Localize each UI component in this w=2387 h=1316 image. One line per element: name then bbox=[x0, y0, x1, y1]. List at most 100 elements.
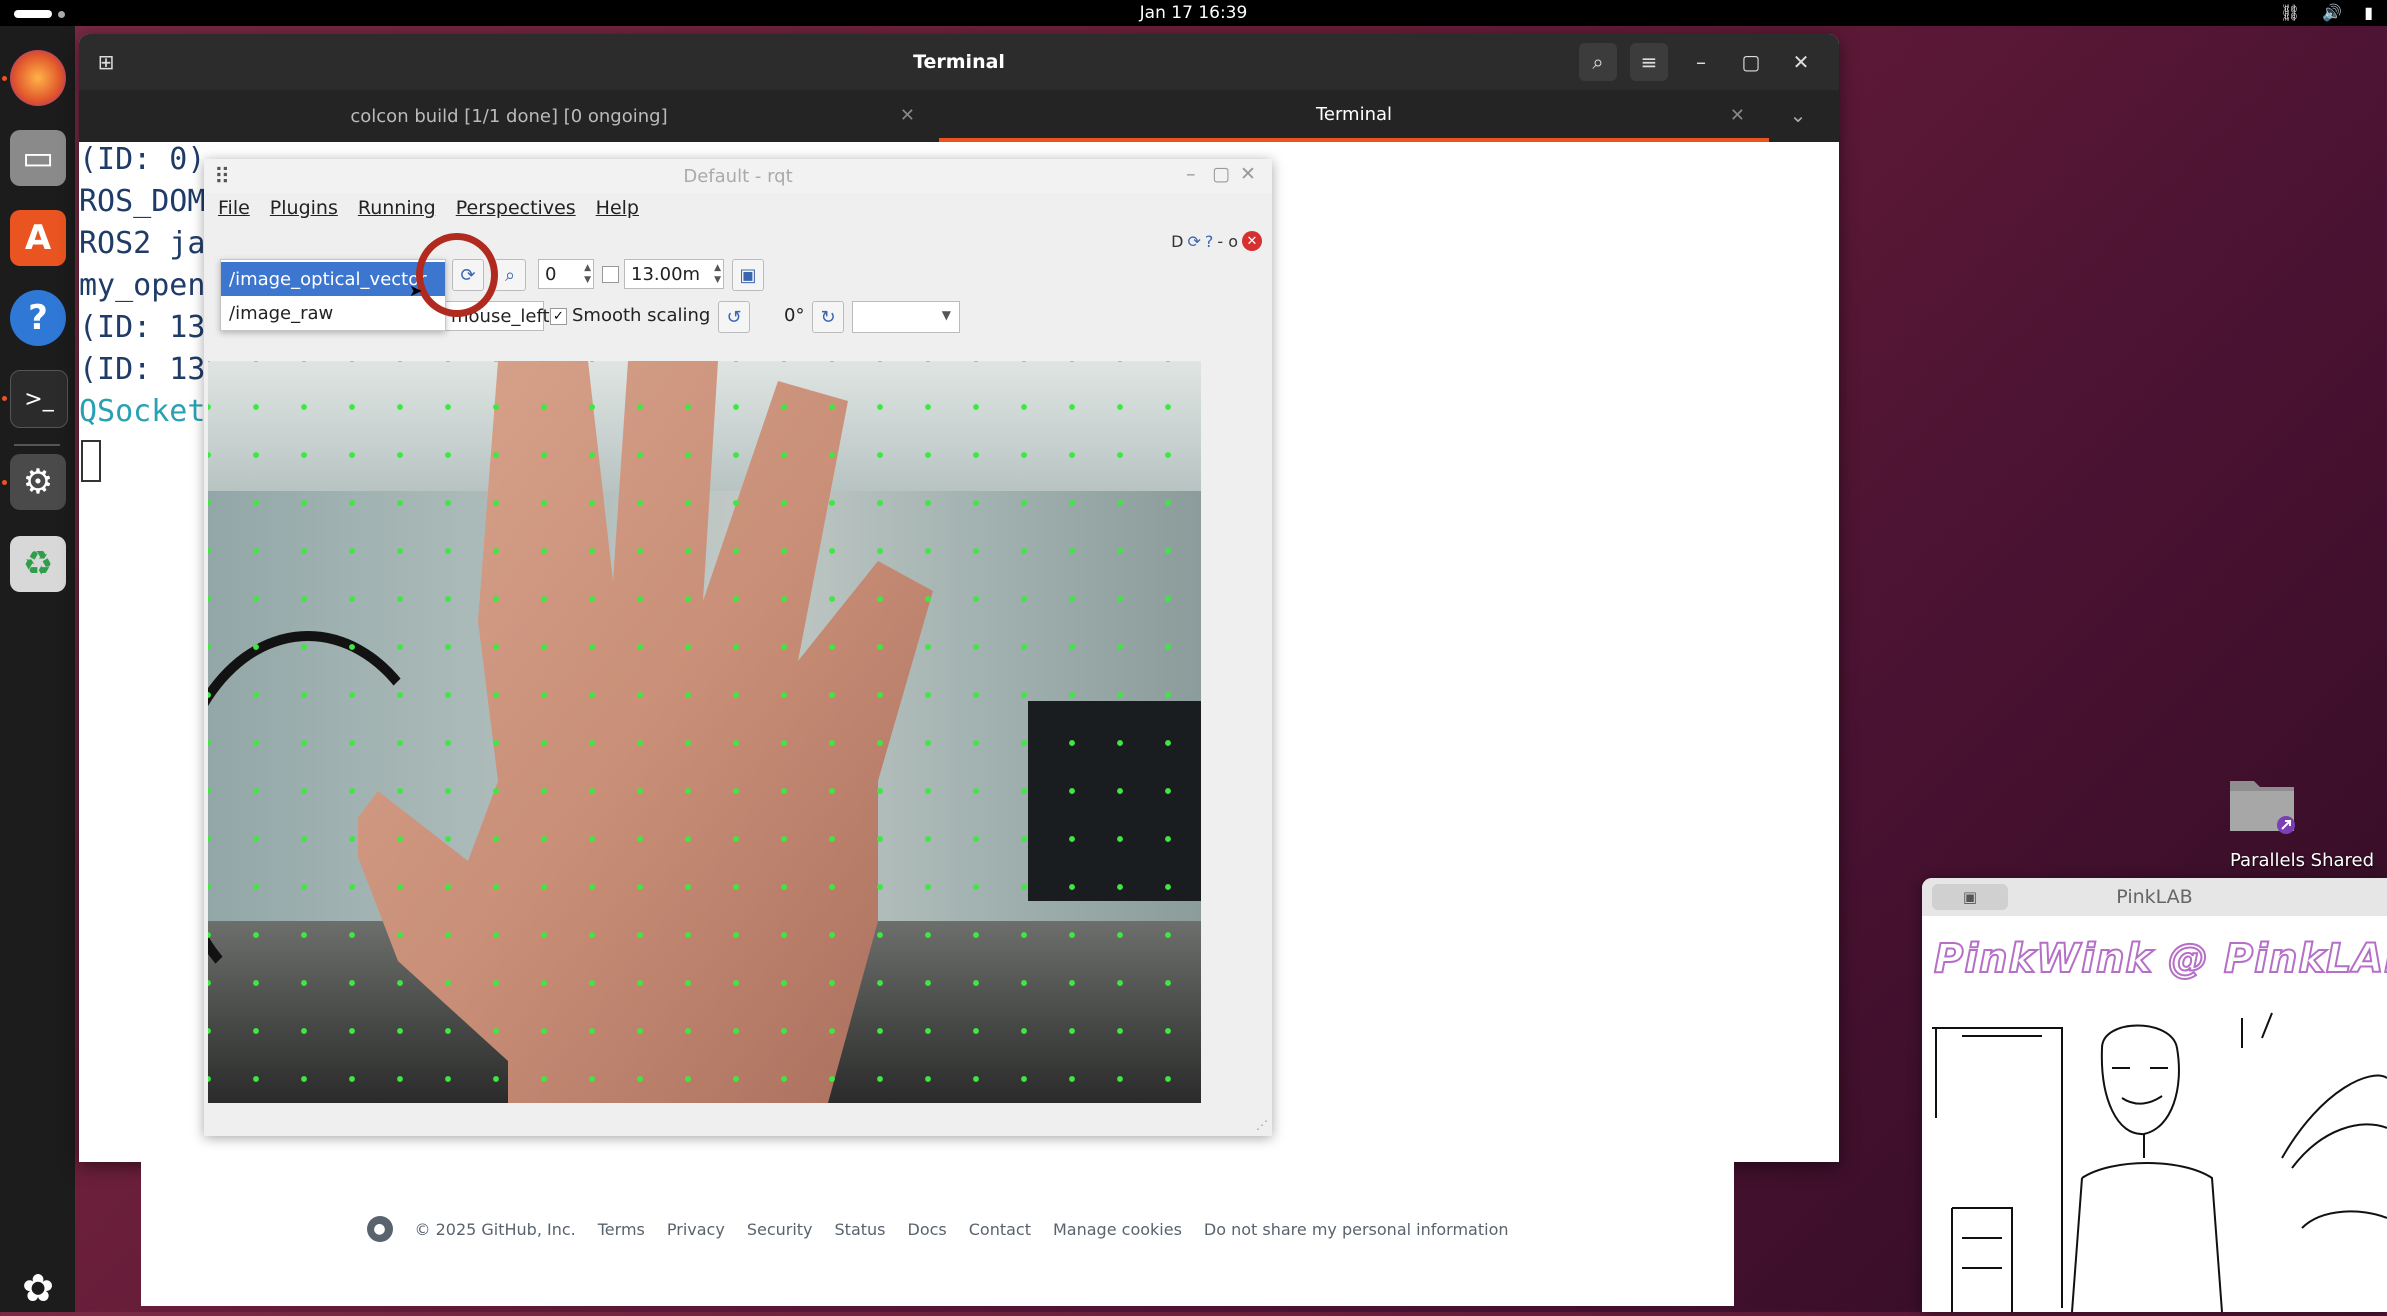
menu-file[interactable]: File bbox=[218, 193, 250, 223]
rotate-left-button[interactable]: ↺ bbox=[718, 301, 750, 333]
rqt-menubar: File Plugins Running Perspectives Help bbox=[204, 193, 1272, 223]
annotation-circle bbox=[416, 233, 498, 317]
close-icon[interactable]: ✕ bbox=[1240, 163, 1256, 185]
terminal-icon[interactable]: >_ bbox=[10, 370, 68, 428]
spin-arrows-icon[interactable]: ▲ ▼ bbox=[584, 262, 591, 286]
smooth-scaling-label: Smooth scaling bbox=[572, 305, 711, 326]
terminal-header: ⊞ Terminal ⌕ ≡ – ▢ ✕ bbox=[79, 34, 1839, 90]
save-image-button[interactable]: ▣ bbox=[732, 259, 764, 291]
footer-link-security[interactable]: Security bbox=[747, 1220, 813, 1239]
github-footer: ● © 2025 GitHub, Inc. Terms Privacy Secu… bbox=[141, 1216, 1734, 1242]
maximize-icon[interactable]: ▢ bbox=[1732, 43, 1770, 81]
close-tab-icon[interactable]: ✕ bbox=[900, 105, 915, 126]
firefox-icon[interactable] bbox=[10, 50, 66, 106]
dock-separator bbox=[14, 444, 60, 446]
help-icon[interactable]: ? bbox=[1205, 232, 1214, 251]
chevron-down-icon[interactable]: ⌄ bbox=[1779, 96, 1817, 134]
terminal-title: Terminal bbox=[913, 51, 1005, 73]
github-page: ● © 2025 GitHub, Inc. Terms Privacy Secu… bbox=[141, 1162, 1734, 1306]
folder-icon[interactable] bbox=[2226, 773, 2298, 835]
terminal-line: (ID: 13 bbox=[79, 310, 206, 345]
footer-link-docs[interactable]: Docs bbox=[908, 1220, 947, 1239]
copyright: © 2025 GitHub, Inc. bbox=[414, 1219, 576, 1239]
chevron-down-icon: ▼ bbox=[941, 308, 951, 322]
optical-flow-vectors bbox=[208, 361, 1201, 1103]
app-center-icon[interactable]: A bbox=[10, 210, 66, 266]
save-icon: ▣ bbox=[739, 264, 757, 286]
rotation-label: 0° bbox=[784, 305, 805, 326]
tab-colcon-build[interactable]: colcon build [1/1 done] [0 ongoing] ✕ bbox=[79, 90, 939, 142]
folder-label[interactable]: Parallels Shared bbox=[2230, 850, 2380, 871]
terminal-line: (ID: 13 bbox=[79, 352, 206, 387]
zoom-icon: ⌕ bbox=[504, 264, 516, 286]
mouse-pointer-icon: ➤ bbox=[409, 281, 423, 300]
rotate-right-button[interactable]: ↻ bbox=[812, 301, 844, 333]
minimize-icon[interactable]: – bbox=[1186, 163, 1196, 185]
footer-link-do-not-share[interactable]: Do not share my personal information bbox=[1204, 1220, 1509, 1239]
menu-icon[interactable]: ≡ bbox=[1630, 43, 1668, 81]
footer-link-manage-cookies[interactable]: Manage cookies bbox=[1053, 1220, 1182, 1239]
pinklab-banner: PinkWink @ PinkLAB bbox=[1933, 935, 2387, 983]
footer-link-status[interactable]: Status bbox=[835, 1220, 886, 1239]
running-indicator bbox=[2, 480, 7, 485]
minimize-icon[interactable]: – bbox=[1682, 43, 1720, 81]
github-logo-icon[interactable]: ● bbox=[366, 1216, 393, 1242]
menu-running[interactable]: Running bbox=[358, 193, 436, 223]
help-icon[interactable]: ? bbox=[10, 290, 66, 346]
footer-link-contact[interactable]: Contact bbox=[969, 1220, 1031, 1239]
dock: ▭ A ? >_ ⚙ ♻ ✿ bbox=[0, 26, 75, 1312]
rotate-right-icon: ↻ bbox=[820, 306, 836, 328]
close-icon[interactable]: ✕ bbox=[1782, 43, 1820, 81]
menu-plugins[interactable]: Plugins bbox=[270, 193, 338, 223]
network-icon[interactable]: ⛓ bbox=[2280, 3, 2300, 22]
rqt-window: ⠿ Default - rqt – ▢ ✕ File Plugins Runni… bbox=[204, 159, 1272, 1136]
settings-gear-icon[interactable]: ⚙ bbox=[10, 454, 66, 510]
terminal-tabs: colcon build [1/1 done] [0 ongoing] ✕ Te… bbox=[79, 90, 1839, 142]
plugin-controls: D ⟳ ? - o ✕ bbox=[1171, 231, 1262, 251]
maximize-icon[interactable]: ▢ bbox=[1212, 163, 1230, 185]
terminal-line: ROS_DOM bbox=[79, 184, 206, 219]
resize-grip-icon[interactable]: ⋰ bbox=[1256, 1118, 1268, 1132]
dynamic-range-checkbox[interactable] bbox=[602, 266, 619, 283]
terminal-cursor bbox=[81, 440, 101, 482]
rotate-left-icon: ↺ bbox=[726, 306, 742, 328]
volume-icon[interactable]: 🔊 bbox=[2322, 3, 2342, 22]
terminal-line: my_open bbox=[79, 268, 206, 303]
footer-link-privacy[interactable]: Privacy bbox=[667, 1220, 725, 1239]
plugin-dock-label[interactable]: D bbox=[1171, 232, 1183, 251]
topic-option-image-raw[interactable]: /image_raw bbox=[221, 296, 445, 330]
color-scheme-combo[interactable]: ▼ bbox=[852, 301, 960, 333]
running-indicator bbox=[2, 76, 7, 81]
battery-icon[interactable]: ▮ bbox=[2364, 3, 2373, 22]
search-icon[interactable]: ⌕ bbox=[1579, 43, 1617, 81]
trash-icon[interactable]: ♻ bbox=[10, 536, 66, 592]
rqt-title: Default - rqt bbox=[683, 166, 793, 187]
system-tray[interactable]: ⛓ 🔊 ▮ bbox=[2280, 3, 2373, 22]
top-bar: Jan 17 16:39 ⛓ 🔊 ▮ bbox=[0, 0, 2387, 26]
show-apps-icon[interactable]: ✿ bbox=[10, 1260, 66, 1316]
close-tab-icon[interactable]: ✕ bbox=[1730, 105, 1745, 126]
menu-help[interactable]: Help bbox=[596, 193, 639, 223]
terminal-line: (ID: 0) bbox=[79, 142, 206, 177]
number-spinbox[interactable]: 0 ▲ ▼ bbox=[538, 259, 594, 289]
image-display[interactable] bbox=[208, 361, 1201, 1103]
timeout-spinbox[interactable]: 13.00m ▲ ▼ bbox=[624, 259, 724, 289]
menu-perspectives[interactable]: Perspectives bbox=[456, 193, 576, 223]
tab-terminal[interactable]: Terminal ✕ bbox=[939, 90, 1769, 142]
terminal-line: QSocket bbox=[79, 394, 206, 429]
close-plugin-icon[interactable]: ✕ bbox=[1242, 231, 1262, 251]
rqt-titlebar[interactable]: ⠿ Default - rqt – ▢ ✕ bbox=[204, 159, 1272, 193]
reload-icon[interactable]: ⟳ bbox=[1187, 232, 1200, 251]
edge-detection-video bbox=[1932, 1012, 2387, 1312]
terminal-line: ROS2 ja bbox=[79, 226, 206, 261]
spin-arrows-icon[interactable]: ▲ ▼ bbox=[714, 262, 721, 286]
pinklab-title: PinkLAB bbox=[2116, 886, 2193, 908]
pinklab-header[interactable]: ▣ PinkLAB bbox=[1922, 878, 2387, 916]
files-icon[interactable]: ▭ bbox=[10, 130, 66, 186]
zoom-button[interactable]: ⌕ bbox=[494, 259, 526, 291]
smooth-scaling-checkbox[interactable]: ✓ bbox=[550, 308, 567, 325]
clock[interactable]: Jan 17 16:39 bbox=[0, 3, 2387, 23]
footer-link-terms[interactable]: Terms bbox=[598, 1220, 645, 1239]
running-indicator bbox=[2, 396, 7, 401]
minimize-plugin-icon[interactable]: - o bbox=[1217, 232, 1238, 251]
